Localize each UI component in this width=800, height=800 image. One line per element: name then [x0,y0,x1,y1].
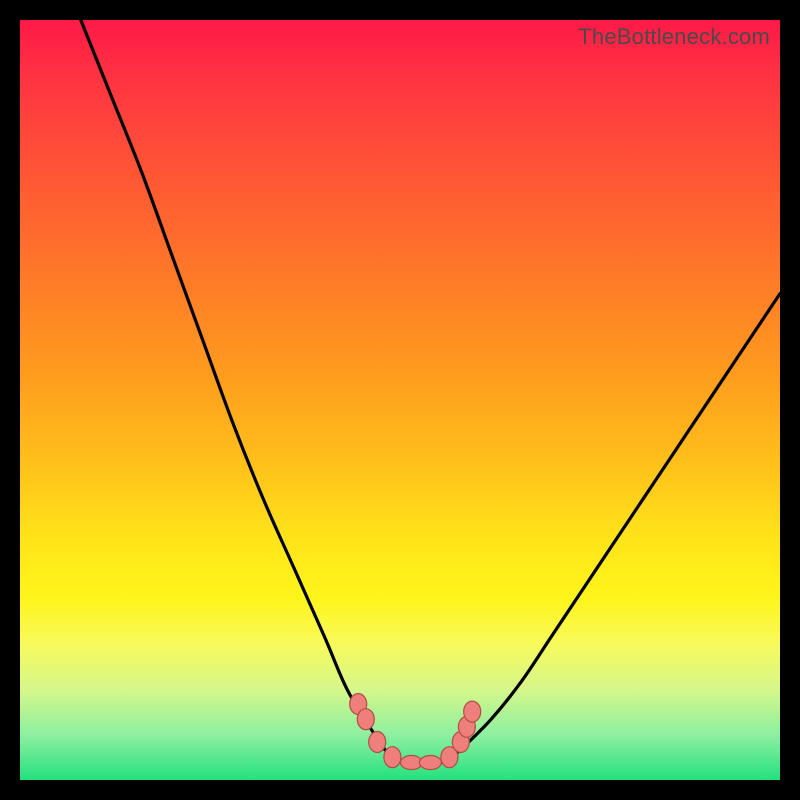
chart-frame: TheBottleneck.com [0,0,800,800]
bottleneck-curve [20,20,780,780]
highlight-beads [350,694,481,770]
bead [419,756,441,770]
plot-area: TheBottleneck.com [20,20,780,780]
curve-left-branch [81,20,385,750]
bead [369,732,386,753]
bead [464,701,481,722]
bead [384,747,401,768]
bead [357,709,374,730]
curve-right-branch [461,294,780,750]
